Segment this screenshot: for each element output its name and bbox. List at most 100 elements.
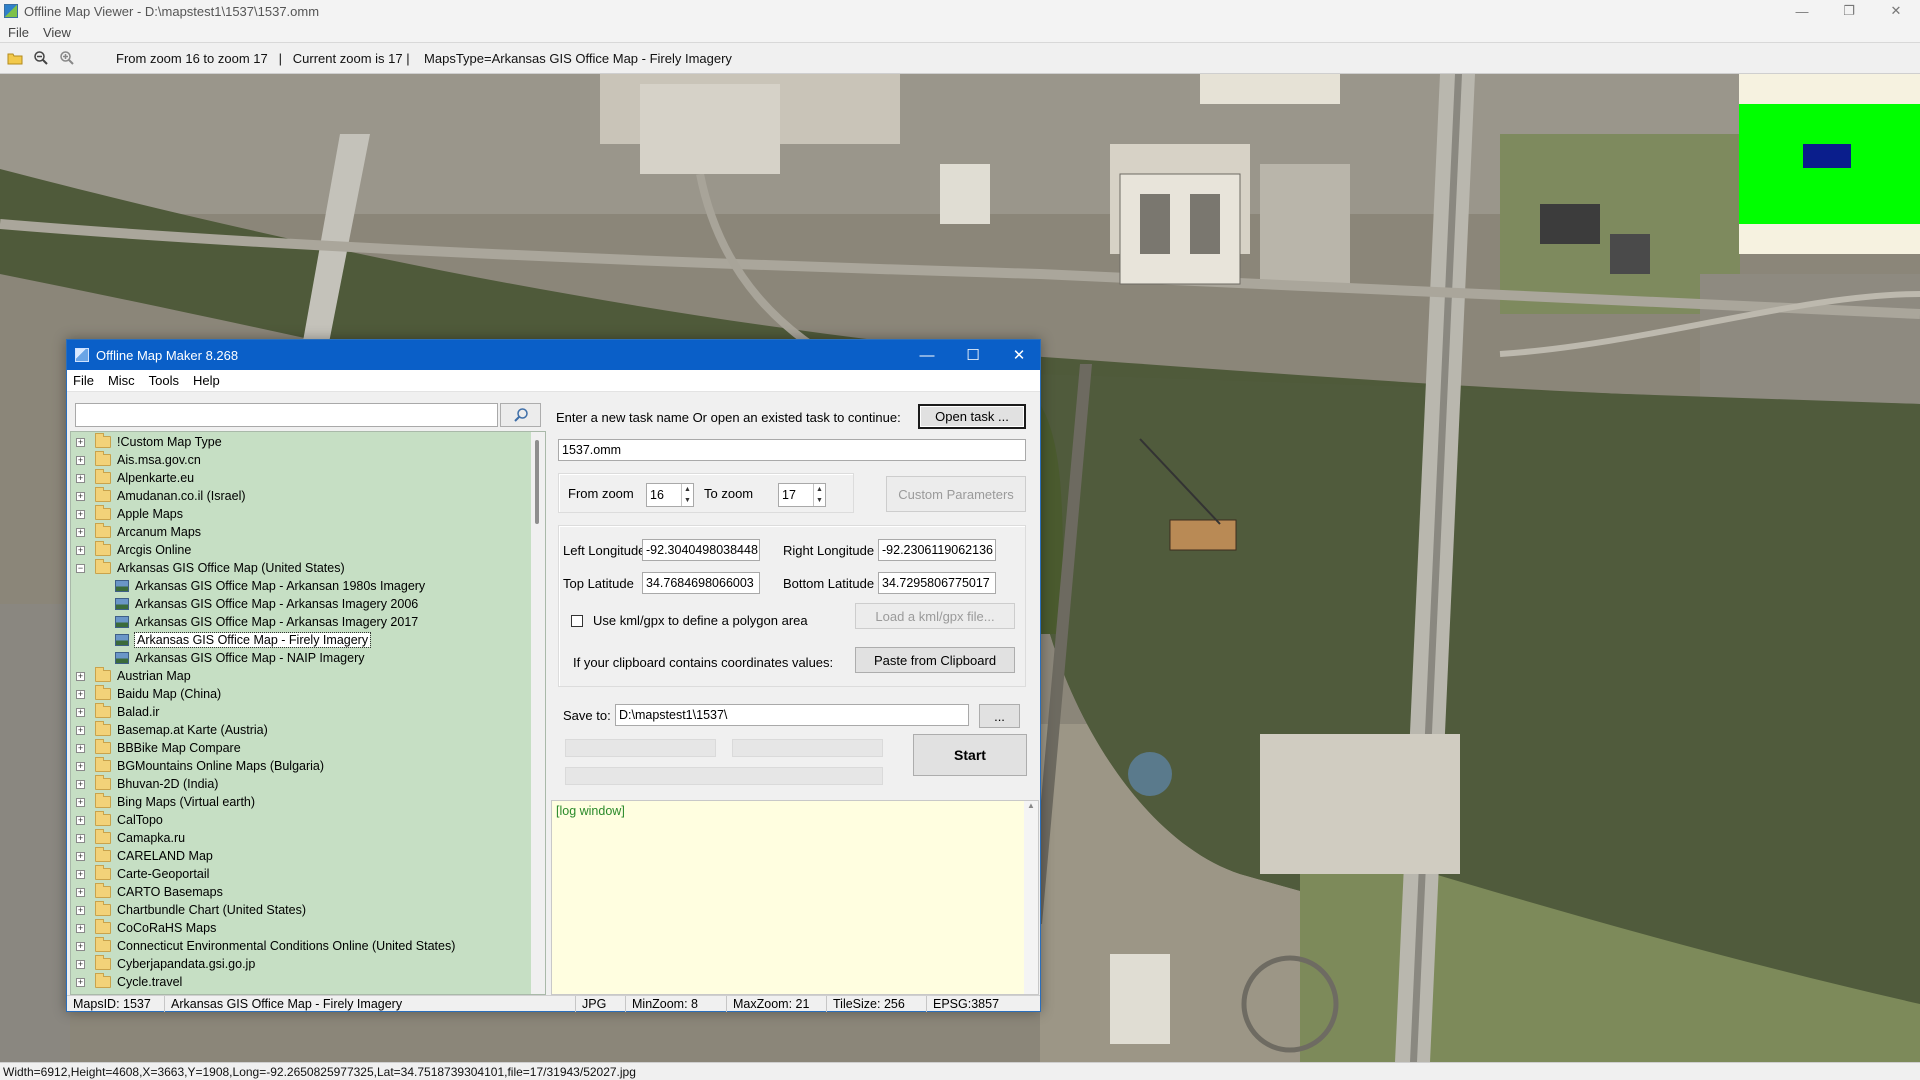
tree-scrollbar-thumb[interactable] <box>535 440 539 524</box>
expand-icon[interactable]: + <box>76 905 85 915</box>
expand-icon[interactable]: + <box>76 725 85 735</box>
tree-leaf-item[interactable]: Arkansas GIS Office Map - Firely Imagery <box>71 631 372 649</box>
tree-folder-item[interactable]: + Ais.msa.gov.cn <box>71 451 201 469</box>
expand-icon[interactable]: + <box>76 779 85 789</box>
save-path-input[interactable]: D:\mapstest1\1537\ <box>615 704 969 726</box>
tree-folder-item[interactable]: + CARELAND Map <box>71 847 213 865</box>
open-folder-icon[interactable] <box>4 47 26 69</box>
tree-folder-item[interactable]: + Cyberjapandata.gsi.go.jp <box>71 955 255 973</box>
dialog-maximize-button[interactable]: ☐ <box>950 340 996 370</box>
from-zoom-input[interactable]: 16 ▲ ▼ <box>646 483 694 507</box>
log-scrollbar[interactable]: ▲ <box>1024 801 1038 994</box>
expand-icon[interactable]: + <box>76 491 85 501</box>
expand-icon[interactable]: + <box>76 527 85 537</box>
tree-folder-item[interactable]: + Austrian Map <box>71 667 191 685</box>
start-button[interactable]: Start <box>913 734 1027 776</box>
expand-icon[interactable]: + <box>76 707 85 717</box>
tree-folder-item[interactable]: − Arkansas GIS Office Map (United States) <box>71 559 345 577</box>
tree-folder-item[interactable]: + Apple Maps <box>71 505 183 523</box>
expand-icon[interactable]: + <box>76 977 85 987</box>
collapse-icon[interactable]: − <box>76 563 85 573</box>
tree-folder-item[interactable]: + BGMountains Online Maps (Bulgaria) <box>71 757 324 775</box>
menu-file[interactable]: File <box>8 25 29 40</box>
tree-folder-item[interactable]: + CoCoRaHS Maps <box>71 919 216 937</box>
menu-view[interactable]: View <box>43 25 71 40</box>
scroll-up-icon[interactable]: ▲ <box>1024 801 1038 810</box>
kml-checkbox[interactable] <box>571 615 583 627</box>
dialog-menu-file[interactable]: File <box>73 373 94 388</box>
tree-leaf-item[interactable]: Arkansas GIS Office Map - Arkansas Image… <box>71 613 418 631</box>
tree-folder-item[interactable]: + Arcanum Maps <box>71 523 201 541</box>
minimap-viewport[interactable] <box>1803 144 1851 168</box>
expand-icon[interactable]: + <box>76 689 85 699</box>
minimap[interactable] <box>1739 74 1920 254</box>
tree-folder-item[interactable]: + BBBike Map Compare <box>71 739 241 757</box>
tree-folder-item[interactable]: + !Custom Map Type <box>71 433 222 451</box>
tree-folder-item[interactable]: + CARTO Basemaps <box>71 883 223 901</box>
spin-up-icon[interactable]: ▲ <box>814 484 825 495</box>
tree-folder-item[interactable]: + Carte-Geoportail <box>71 865 209 883</box>
dialog-close-button[interactable]: ✕ <box>996 340 1042 370</box>
search-button[interactable] <box>500 403 541 427</box>
zoom-out-icon[interactable] <box>30 47 52 69</box>
expand-icon[interactable]: + <box>76 455 85 465</box>
expand-icon[interactable]: + <box>76 473 85 483</box>
minimize-button[interactable]: — <box>1780 0 1824 22</box>
right-longitude-input[interactable]: -92.2306119062136 <box>878 539 996 561</box>
expand-icon[interactable]: + <box>76 959 85 969</box>
expand-icon[interactable]: + <box>76 923 85 933</box>
expand-icon[interactable]: + <box>76 743 85 753</box>
tree-folder-item[interactable]: + Balad.ir <box>71 703 159 721</box>
log-window[interactable]: [log window] ▲ <box>551 800 1039 995</box>
from-zoom-spinner[interactable]: ▲ ▼ <box>681 484 693 506</box>
open-task-button[interactable]: Open task ... <box>918 404 1026 429</box>
tree-leaf-item[interactable]: Arkansas GIS Office Map - Arkansan 1980s… <box>71 577 425 595</box>
spin-down-icon[interactable]: ▼ <box>814 495 825 506</box>
expand-icon[interactable]: + <box>76 833 85 843</box>
browse-button[interactable]: ... <box>979 704 1020 728</box>
expand-icon[interactable]: + <box>76 797 85 807</box>
expand-icon[interactable]: + <box>76 815 85 825</box>
expand-icon[interactable]: + <box>76 545 85 555</box>
tree-folder-item[interactable]: + Basemap.at Karte (Austria) <box>71 721 268 739</box>
map-search-input[interactable] <box>75 403 498 427</box>
paste-clipboard-button[interactable]: Paste from Clipboard <box>855 647 1015 673</box>
expand-icon[interactable]: + <box>76 671 85 681</box>
expand-icon[interactable]: + <box>76 761 85 771</box>
expand-icon[interactable]: + <box>76 887 85 897</box>
map-type-tree[interactable]: + !Custom Map Type + Ais.msa.gov.cn + Alpenka… <box>70 431 546 995</box>
expand-icon[interactable]: + <box>76 851 85 861</box>
tree-folder-item[interactable]: + Camapka.ru <box>71 829 185 847</box>
custom-parameters-button[interactable]: Custom Parameters <box>886 476 1026 512</box>
to-zoom-spinner[interactable]: ▲ ▼ <box>813 484 825 506</box>
dialog-minimize-button[interactable]: — <box>904 340 950 370</box>
expand-icon[interactable]: + <box>76 869 85 879</box>
tree-folder-item[interactable]: + Baidu Map (China) <box>71 685 221 703</box>
tree-scrollbar[interactable] <box>531 432 545 994</box>
tree-folder-item[interactable]: + Connecticut Environmental Conditions On… <box>71 937 455 955</box>
to-zoom-input[interactable]: 17 ▲ ▼ <box>778 483 826 507</box>
tree-leaf-item[interactable]: Arkansas GIS Office Map - Arkansas Image… <box>71 595 418 613</box>
spin-down-icon[interactable]: ▼ <box>682 495 693 506</box>
tree-folder-item[interactable]: + Chartbundle Chart (United States) <box>71 901 306 919</box>
tree-folder-item[interactable]: + Amudanan.co.il (Israel) <box>71 487 246 505</box>
top-latitude-input[interactable]: 34.7684698066003 <box>642 572 760 594</box>
tree-folder-item[interactable]: + Bhuvan-2D (India) <box>71 775 218 793</box>
dialog-menu-help[interactable]: Help <box>193 373 220 388</box>
spin-up-icon[interactable]: ▲ <box>682 484 693 495</box>
close-button[interactable]: ✕ <box>1874 0 1918 22</box>
tree-leaf-item[interactable]: Arkansas GIS Office Map - NAIP Imagery <box>71 649 364 667</box>
tree-folder-item[interactable]: + Cycle.travel <box>71 973 182 991</box>
tree-folder-item[interactable]: + CalTopo <box>71 811 163 829</box>
bottom-latitude-input[interactable]: 34.7295806775017 <box>878 572 996 594</box>
left-longitude-input[interactable]: -92.3040498038448 <box>642 539 760 561</box>
task-name-input[interactable]: 1537.omm <box>558 439 1026 461</box>
dialog-menu-misc[interactable]: Misc <box>108 373 135 388</box>
tree-folder-item[interactable]: + Bing Maps (Virtual earth) <box>71 793 255 811</box>
restore-button[interactable]: ❐ <box>1827 0 1871 22</box>
tree-folder-item[interactable]: + Alpenkarte.eu <box>71 469 194 487</box>
expand-icon[interactable]: + <box>76 509 85 519</box>
expand-icon[interactable]: + <box>76 941 85 951</box>
zoom-in-icon[interactable] <box>56 47 78 69</box>
expand-icon[interactable]: + <box>76 437 85 447</box>
